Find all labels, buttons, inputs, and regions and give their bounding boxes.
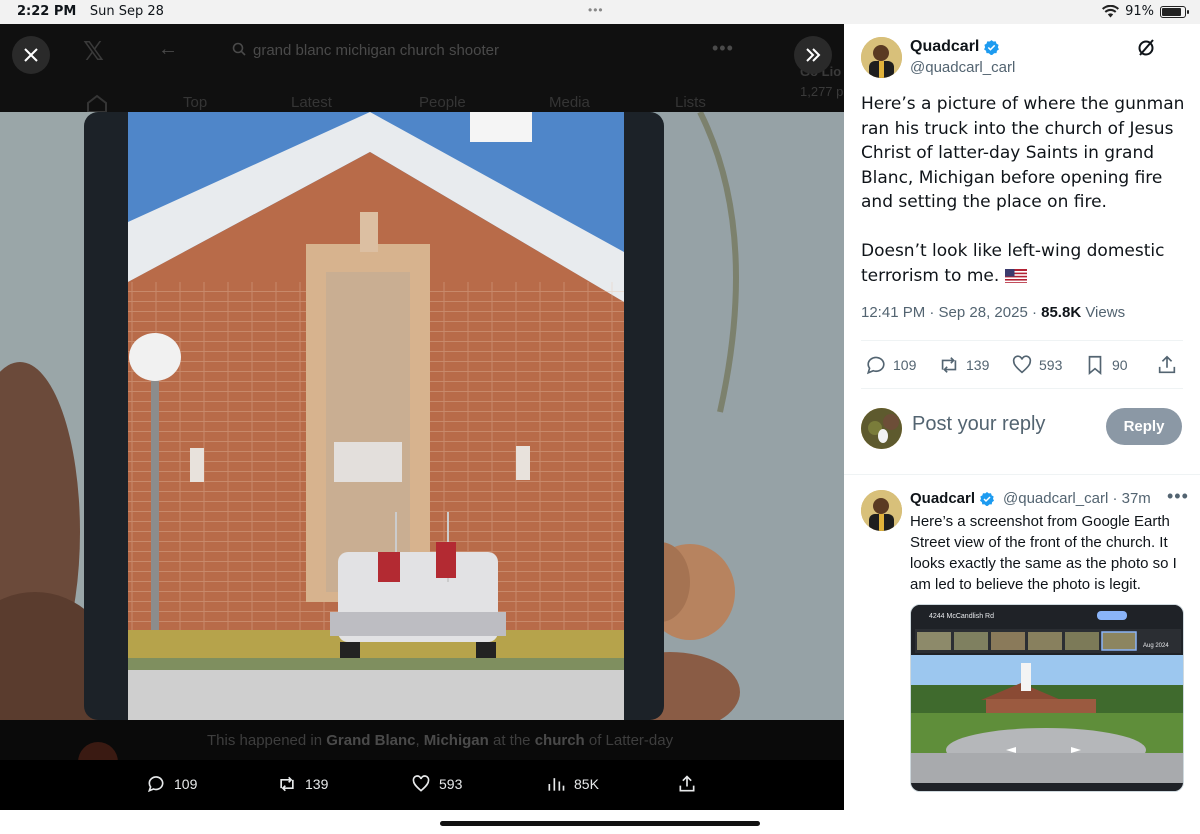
tab-lists: Lists bbox=[675, 94, 706, 111]
tab-people: People bbox=[419, 94, 466, 111]
street-view-screenshot: 4244 McCandlish Rd Aug 2024 bbox=[911, 605, 1183, 791]
reply-input[interactable]: Post your reply bbox=[912, 413, 1045, 436]
battery-percent: 91% bbox=[1125, 4, 1154, 19]
street-view-date: Aug 2024 bbox=[1143, 643, 1169, 649]
reply-handle-time: @quadcarl_carl · 37m bbox=[1003, 490, 1151, 507]
reply-author-name[interactable]: Quadcarl bbox=[910, 490, 995, 507]
church-photo-image bbox=[0, 112, 844, 720]
avatar-image bbox=[861, 408, 902, 449]
tweet-detail-panel: Quadcarl @quadcarl_carl Here’s a picture… bbox=[844, 24, 1200, 810]
current-user-avatar bbox=[861, 408, 902, 449]
multitasking-dots-icon[interactable]: ••• bbox=[588, 3, 604, 17]
more-icon: ••• bbox=[712, 38, 734, 58]
more-options-icon[interactable]: ••• bbox=[1167, 486, 1189, 507]
media-share-button[interactable] bbox=[677, 774, 697, 794]
reply-submit-button[interactable]: Reply bbox=[1106, 408, 1182, 445]
back-arrow-icon: ← bbox=[158, 38, 178, 60]
media-repost-button[interactable]: 139 bbox=[277, 774, 328, 794]
media-views-button[interactable]: 85K bbox=[546, 774, 599, 794]
tab-top: Top bbox=[183, 94, 208, 111]
reply-author-avatar[interactable] bbox=[861, 490, 902, 531]
search-query: grand blanc michigan church shooter bbox=[253, 42, 499, 59]
status-bar: 2:22 PM Sun Sep 28 ••• 91% bbox=[0, 0, 1200, 24]
close-button[interactable] bbox=[12, 36, 50, 74]
us-flag-icon bbox=[1004, 268, 1027, 283]
status-right: 91% bbox=[1102, 4, 1189, 19]
status-time: 2:22 PM Sun Sep 28 bbox=[17, 4, 164, 19]
media-reply-button[interactable]: 109 bbox=[146, 774, 197, 794]
tweet-body: Here’s a picture of where the gunman ran… bbox=[861, 92, 1191, 288]
home-indicator-area bbox=[0, 810, 1200, 834]
repost-icon bbox=[280, 776, 294, 792]
avatar-image bbox=[861, 490, 902, 531]
dimmed-caption: This happened in Grand Blanc, Michigan a… bbox=[0, 720, 844, 782]
like-button[interactable]: 593 bbox=[1011, 354, 1062, 376]
tweet-paragraph: Here’s a picture of where the gunman ran… bbox=[861, 94, 1185, 212]
tab-media: Media bbox=[549, 94, 590, 111]
double-chevron-right-icon bbox=[806, 48, 821, 62]
tweet-meta: 12:41 PM · Sep 28, 2025 · 85.8K Views bbox=[861, 304, 1125, 321]
author-name[interactable]: Quadcarl bbox=[910, 38, 1000, 56]
battery-icon bbox=[1160, 5, 1189, 18]
tab-latest: Latest bbox=[291, 94, 332, 111]
views-label: Views bbox=[1081, 304, 1126, 321]
heart-icon bbox=[1012, 355, 1032, 374]
heart-icon bbox=[412, 775, 430, 792]
reply-button[interactable]: 109 bbox=[865, 354, 916, 376]
author-avatar[interactable] bbox=[861, 37, 902, 78]
share-icon bbox=[1158, 355, 1176, 374]
reply-text: Here’s a screenshot from Google Earth St… bbox=[910, 513, 1177, 593]
media-like-button[interactable]: 593 bbox=[411, 774, 462, 794]
share-icon bbox=[679, 775, 695, 792]
divider bbox=[861, 388, 1183, 389]
verified-badge-icon bbox=[980, 491, 995, 506]
divider bbox=[844, 474, 1200, 475]
expand-button[interactable] bbox=[794, 36, 832, 74]
reply-media-image[interactable]: 4244 McCandlish Rd Aug 2024 bbox=[910, 604, 1184, 792]
media-viewer: 𝕏 ← grand blanc michigan church shooter … bbox=[0, 24, 844, 810]
side-subtext: 1,277 p bbox=[800, 84, 844, 99]
bookmark-icon bbox=[1088, 355, 1102, 376]
tweet-timestamp[interactable]: 12:41 PM · Sep 28, 2025 · bbox=[861, 304, 1041, 321]
view-count: 85.8K bbox=[1041, 304, 1082, 321]
wifi-icon bbox=[1102, 5, 1120, 18]
dimmed-background-header: 𝕏 ← grand blanc michigan church shooter … bbox=[0, 24, 844, 112]
reply-icon bbox=[147, 776, 164, 793]
x-logo-icon: 𝕏 bbox=[83, 36, 104, 66]
search-icon bbox=[232, 42, 246, 56]
repost-button[interactable]: 139 bbox=[938, 354, 989, 376]
tweet-photo[interactable] bbox=[0, 112, 844, 720]
views-chart-icon bbox=[548, 778, 565, 791]
bookmark-button[interactable]: 90 bbox=[1084, 354, 1128, 376]
home-indicator[interactable] bbox=[440, 821, 760, 826]
share-button[interactable] bbox=[1156, 354, 1178, 376]
reply-icon bbox=[866, 356, 885, 375]
home-icon bbox=[87, 94, 107, 112]
street-view-address: 4244 McCandlish Rd bbox=[929, 613, 994, 620]
repost-icon bbox=[941, 357, 957, 373]
avatar-image bbox=[861, 37, 902, 78]
verified-badge-icon bbox=[984, 39, 1000, 55]
close-icon bbox=[24, 48, 38, 62]
background-caption: This happened in Grand Blanc, Michigan a… bbox=[207, 732, 674, 749]
grok-icon[interactable] bbox=[1136, 38, 1156, 58]
media-action-bar: 109 139 593 85K bbox=[0, 760, 844, 810]
divider bbox=[861, 340, 1183, 341]
author-handle[interactable]: @quadcarl_carl bbox=[910, 59, 1015, 76]
